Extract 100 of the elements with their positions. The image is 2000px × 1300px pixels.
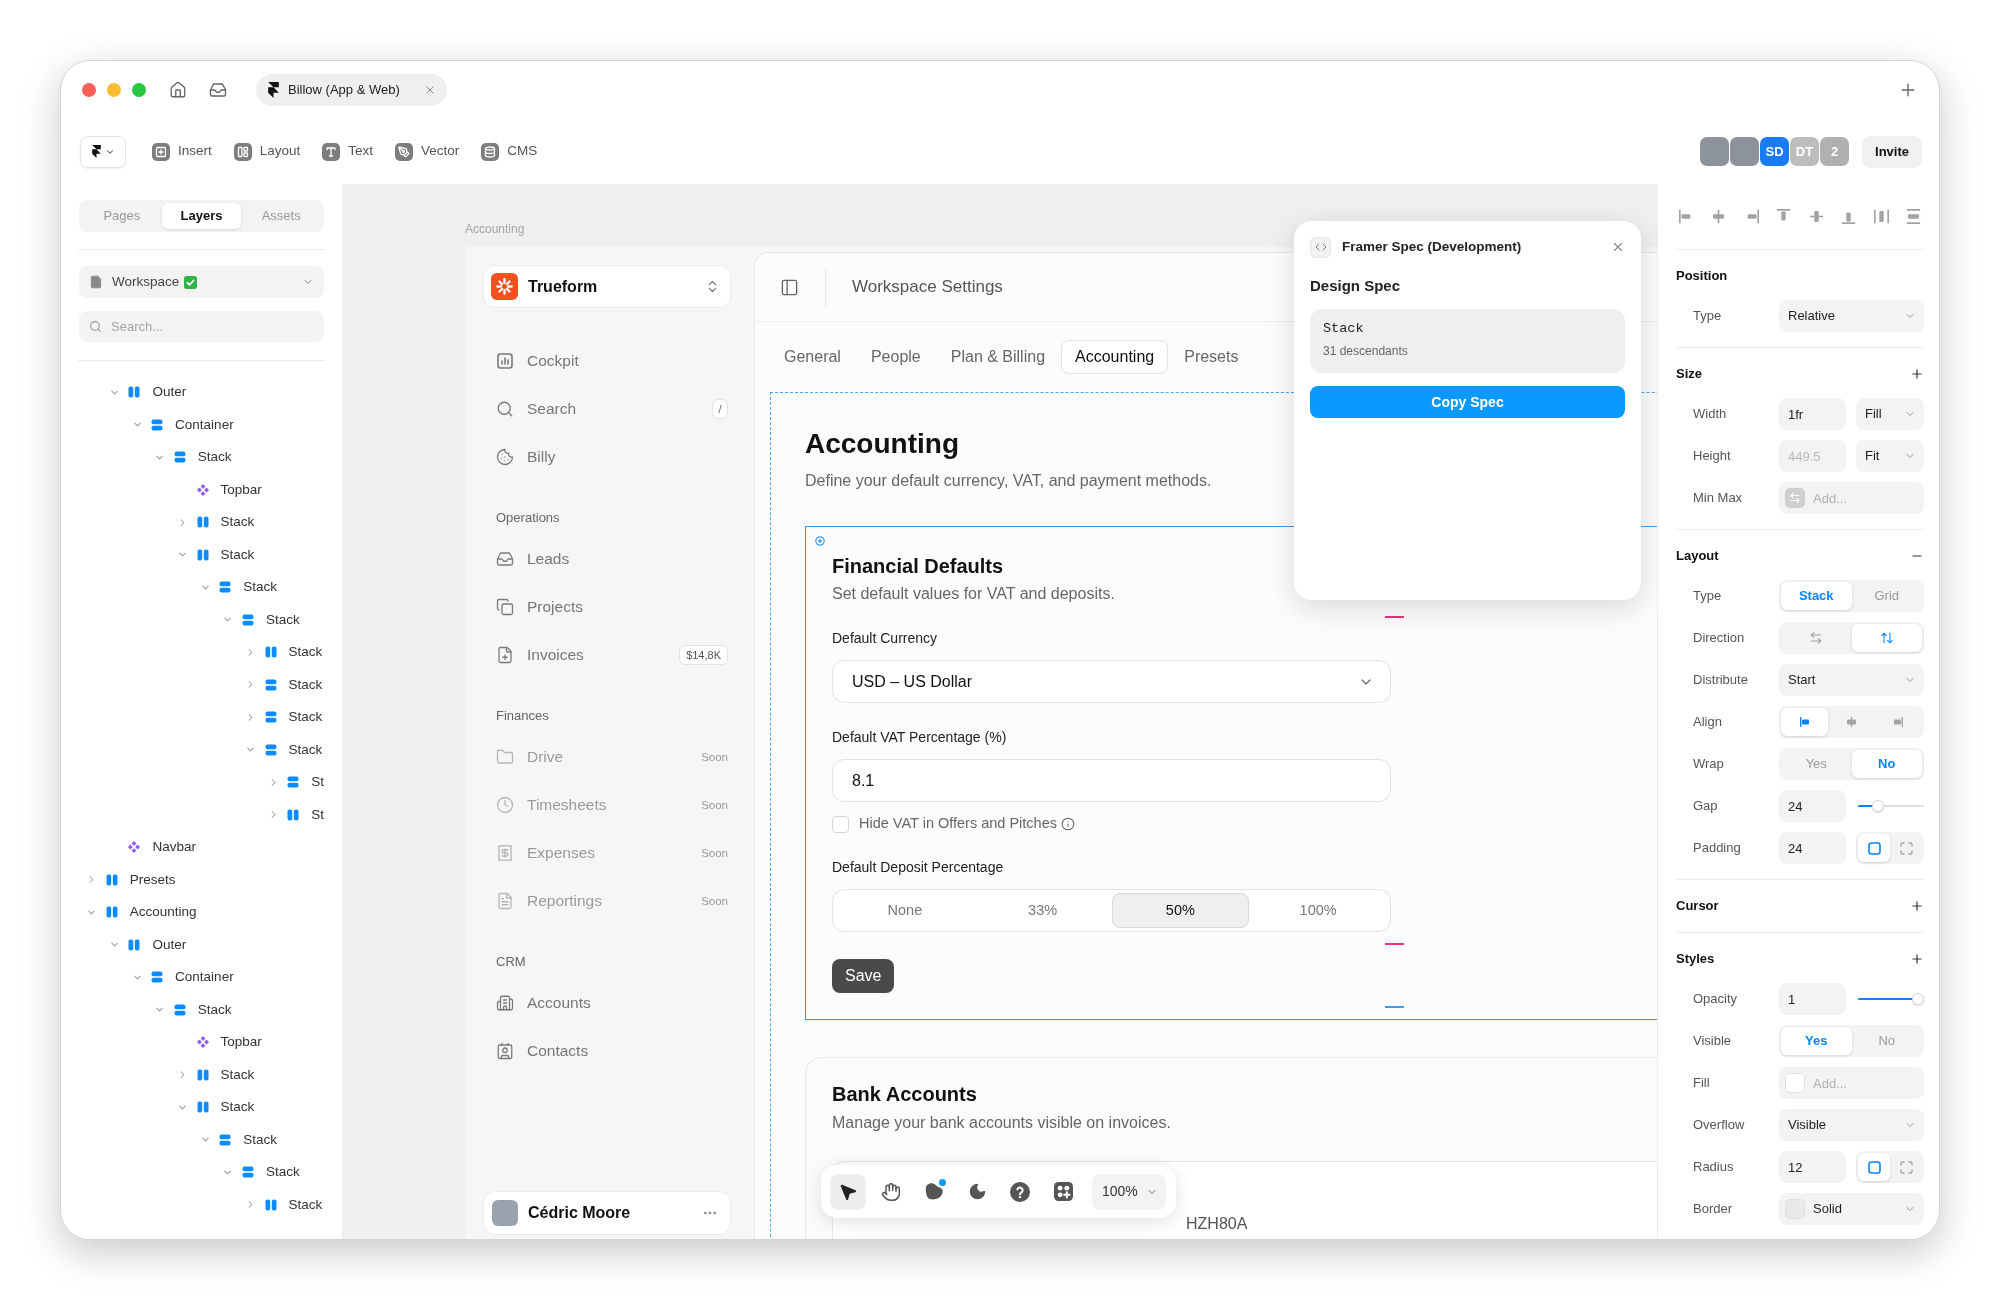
dropdown[interactable]: Visible: [1779, 1109, 1924, 1141]
dropdown[interactable]: Relative: [1779, 300, 1924, 332]
nav-item[interactable]: Contacts: [483, 1027, 736, 1075]
nav-item[interactable]: Leads: [483, 535, 736, 583]
layer-item[interactable]: Navbar: [61, 831, 342, 864]
layer-item[interactable]: Presets: [61, 863, 342, 896]
workspace-switcher[interactable]: Trueform: [483, 265, 731, 308]
layer-item[interactable]: Stack: [61, 733, 342, 766]
layer-item[interactable]: Outer: [61, 928, 342, 961]
avatar-photo[interactable]: [1700, 137, 1730, 166]
layer-item[interactable]: Topbar: [61, 473, 342, 506]
layer-item[interactable]: Container: [61, 408, 342, 441]
settings-tab[interactable]: People: [856, 340, 935, 374]
toggle-option[interactable]: [1858, 834, 1890, 862]
checkbox[interactable]: [832, 815, 849, 833]
vat-input[interactable]: 8.1: [832, 759, 1391, 802]
toolbar-button[interactable]: Insert: [152, 141, 212, 162]
close-window-icon[interactable]: [82, 83, 96, 97]
zoom-select[interactable]: 100%: [1092, 1173, 1166, 1210]
settings-tab[interactable]: Accounting: [1061, 340, 1169, 374]
nav-item[interactable]: Billy: [483, 433, 736, 481]
settings-tab[interactable]: Plan & Billing: [936, 340, 1060, 374]
segment-option[interactable]: 33%: [973, 893, 1112, 928]
maximize-window-icon[interactable]: [132, 83, 146, 97]
layer-item[interactable]: Stack: [61, 506, 342, 539]
nav-item[interactable]: Search /: [483, 385, 736, 433]
dropdown[interactable]: Fill: [1856, 398, 1924, 430]
slider-thumb[interactable]: [1871, 800, 1884, 812]
layer-item[interactable]: Stack: [61, 1091, 342, 1124]
layer-item[interactable]: Stack: [61, 701, 342, 734]
number-field[interactable]: 1: [1779, 983, 1846, 1015]
dropdown[interactable]: Start: [1779, 664, 1924, 696]
main-menu-button[interactable]: [80, 135, 126, 168]
layer-item[interactable]: Stack: [61, 993, 342, 1026]
toggle-option[interactable]: [1858, 1153, 1890, 1181]
layer-item[interactable]: Stack: [61, 603, 342, 636]
number-field[interactable]: 449.5: [1779, 440, 1846, 472]
plus-icon[interactable]: [1910, 367, 1924, 381]
nav-item[interactable]: Accounts: [483, 979, 736, 1027]
layer-item[interactable]: Stack: [61, 1188, 342, 1221]
slider-track[interactable]: [1858, 800, 1924, 812]
number-field[interactable]: 12: [1779, 1151, 1846, 1183]
number-field[interactable]: 1fr: [1779, 398, 1846, 430]
slider-track[interactable]: [1858, 993, 1924, 1005]
align-center-icon[interactable]: [1711, 209, 1727, 224]
avatar-photo[interactable]: [1730, 137, 1760, 166]
search-field[interactable]: Search...: [79, 311, 324, 342]
toolbar-button[interactable]: Text: [322, 141, 374, 162]
segment-option[interactable]: Yes: [1781, 1027, 1852, 1055]
layer-item[interactable]: St: [61, 798, 342, 831]
home-icon[interactable]: [169, 81, 187, 99]
currency-select[interactable]: USD – US Dollar: [832, 660, 1391, 703]
plus-icon[interactable]: [1910, 952, 1924, 966]
layer-item[interactable]: Stack: [61, 636, 342, 669]
segment-option[interactable]: Stack: [1781, 582, 1852, 610]
plus-icon[interactable]: [1910, 899, 1924, 913]
add-field[interactable]: Add...: [1779, 482, 1924, 514]
dropdown[interactable]: Fit: [1856, 440, 1924, 472]
segment-option[interactable]: No: [1851, 750, 1922, 778]
user-card[interactable]: Cédric Moore: [483, 1191, 731, 1235]
toolbar-button[interactable]: CMS: [481, 141, 538, 162]
page-select[interactable]: Workspace: [79, 266, 324, 298]
invite-button[interactable]: Invite: [1862, 135, 1922, 168]
settings-tab[interactable]: Presets: [1170, 340, 1253, 374]
layer-item[interactable]: Stack: [61, 1123, 342, 1156]
nav-item[interactable]: Cockpit: [483, 337, 736, 385]
avatar[interactable]: SD: [1760, 137, 1790, 166]
align-middle-icon[interactable]: [1808, 209, 1824, 224]
close-icon[interactable]: [424, 84, 436, 96]
layer-item[interactable]: Accounting: [61, 896, 342, 929]
segment-option[interactable]: [1781, 708, 1828, 736]
layer-item[interactable]: Stack: [61, 441, 342, 474]
layer-item[interactable]: St: [61, 766, 342, 799]
nav-item[interactable]: Invoices $14,8K: [483, 631, 736, 679]
slider-thumb[interactable]: [1912, 993, 1924, 1005]
layer-item[interactable]: Stack: [61, 571, 342, 604]
layer-item[interactable]: Stack: [61, 1156, 342, 1189]
segment-option[interactable]: None: [836, 893, 974, 928]
layer-item[interactable]: Stack: [61, 668, 342, 701]
inbox-icon[interactable]: [209, 81, 227, 99]
minimize-window-icon[interactable]: [107, 83, 121, 97]
fill-field[interactable]: Add...: [1779, 1067, 1924, 1099]
layer-item[interactable]: Stack: [61, 1058, 342, 1091]
document-tab[interactable]: Billow (App & Web): [256, 74, 447, 106]
save-button[interactable]: Save: [832, 959, 895, 993]
toolbar-button[interactable]: Layout: [233, 141, 301, 162]
panel-tab[interactable]: Layers: [161, 203, 242, 229]
dropdown[interactable]: Solid: [1779, 1193, 1924, 1225]
select-tool-button[interactable]: [830, 1173, 866, 1210]
distribute-horizontal-icon[interactable]: [1873, 209, 1889, 224]
distribute-vertical-icon[interactable]: [1905, 209, 1921, 224]
toolbar-button[interactable]: Vector: [395, 141, 460, 162]
number-field[interactable]: 24: [1779, 832, 1846, 864]
layer-item[interactable]: Topbar: [61, 1026, 342, 1059]
layer-item[interactable]: Stack: [61, 538, 342, 571]
number-field[interactable]: 24: [1779, 790, 1846, 822]
close-icon[interactable]: [1611, 240, 1625, 254]
segment-option[interactable]: [1851, 624, 1922, 652]
layer-item[interactable]: Outer: [61, 376, 342, 409]
nav-item[interactable]: Projects: [483, 583, 736, 631]
